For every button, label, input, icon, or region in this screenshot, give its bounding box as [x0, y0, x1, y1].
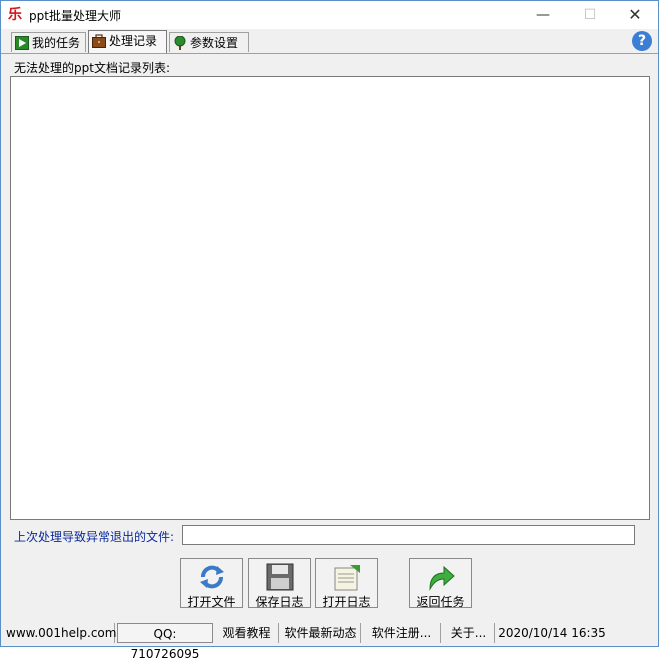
briefcase-icon	[92, 34, 106, 48]
tab-settings[interactable]: 参数设置	[169, 32, 249, 52]
failed-ppt-list[interactable]	[10, 76, 650, 520]
play-icon	[15, 36, 29, 50]
help-icon[interactable]: ?	[632, 31, 652, 51]
notepad-icon	[334, 565, 360, 591]
panel-divider	[1, 53, 658, 54]
tab-label: 处理记录	[109, 34, 158, 48]
back-to-task-button[interactable]: 返回任务	[409, 558, 472, 609]
records-list-label: 无法处理的ppt文档记录列表:	[14, 61, 170, 75]
about-link[interactable]: 关于...	[443, 623, 495, 643]
crash-file-label: 上次处理导致异常退出的文件:	[14, 530, 175, 544]
status-datetime: 2020/10/14 16:35	[498, 626, 606, 640]
app-logo-icon: 乐	[8, 7, 22, 23]
tree-icon	[174, 36, 186, 50]
floppy-disk-icon	[266, 563, 294, 591]
title-bar: 乐 ppt批量处理大师 — ☐ ✕	[1, 1, 658, 29]
refresh-icon	[200, 565, 224, 589]
crash-file-field[interactable]	[182, 525, 635, 545]
window-title: ppt批量处理大师	[29, 9, 121, 23]
open-file-button[interactable]: 打开文件	[180, 558, 243, 609]
save-log-label: 保存日志	[255, 595, 304, 609]
watch-tutorial-link[interactable]: 观看教程	[215, 623, 279, 643]
website-link[interactable]: www.001help.com	[1, 623, 116, 643]
open-log-button[interactable]: 打开日志	[315, 558, 378, 609]
software-register-link[interactable]: 软件注册...	[363, 623, 441, 643]
tab-label: 我的任务	[32, 36, 81, 50]
save-log-button[interactable]: 保存日志	[248, 558, 311, 609]
maximize-button[interactable]: ☐	[567, 1, 613, 29]
tab-my-tasks[interactable]: 我的任务	[11, 32, 86, 52]
close-button[interactable]: ✕	[612, 1, 658, 29]
tab-strip: 我的任务 处理记录 参数设置	[1, 29, 658, 54]
open-log-label: 打开日志	[322, 595, 371, 609]
tab-label: 参数设置	[190, 36, 239, 50]
software-news-link[interactable]: 软件最新动态	[281, 623, 361, 643]
status-bar: www.001help.com QQ: 710726095 观看教程 软件最新动…	[1, 621, 658, 661]
open-file-label: 打开文件	[187, 595, 236, 609]
minimize-button[interactable]: —	[520, 1, 566, 29]
tab-process-records[interactable]: 处理记录	[88, 30, 167, 53]
back-to-task-label: 返回任务	[416, 595, 465, 609]
qq-contact[interactable]: QQ: 710726095	[117, 623, 213, 661]
app-window: 乐 ppt批量处理大师 — ☐ ✕ 我的任务 处理记录 参数设置 ? 无法处理的…	[0, 0, 659, 661]
green-arrow-icon	[429, 565, 455, 591]
